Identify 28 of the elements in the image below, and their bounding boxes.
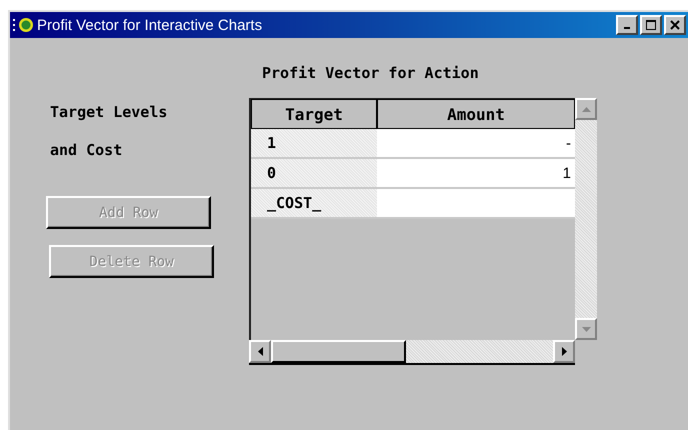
table-cell[interactable]: 1 <box>377 159 575 189</box>
maximize-button[interactable] <box>640 15 662 35</box>
close-button[interactable] <box>664 15 686 35</box>
scroll-down-button[interactable] <box>575 318 597 340</box>
minimize-button[interactable] <box>616 15 638 35</box>
maximize-icon <box>646 20 656 30</box>
column-header[interactable]: Target <box>251 99 377 129</box>
column-header[interactable]: Amount <box>377 99 575 129</box>
down-arrow-icon <box>582 326 590 332</box>
scroll-left-button[interactable] <box>249 340 271 363</box>
table-cell: _COST_ <box>251 189 377 219</box>
scroll-right-button[interactable] <box>553 340 575 363</box>
section-label: and Cost <box>50 140 122 161</box>
close-icon <box>670 20 680 30</box>
table-cell[interactable] <box>377 189 575 219</box>
horizontal-scrollbar[interactable] <box>249 340 575 365</box>
scroll-up-button[interactable] <box>575 98 597 120</box>
left-arrow-icon <box>258 347 262 356</box>
table-cell: 0 <box>251 159 377 189</box>
window-title: Profit Vector for Interactive Charts <box>37 16 262 34</box>
panel-heading: Profit Vector for Action <box>262 64 480 84</box>
up-arrow-icon <box>582 106 590 112</box>
right-arrow-icon <box>562 347 566 356</box>
scroll-thumb[interactable] <box>271 340 406 363</box>
table-cell[interactable]: - <box>377 129 575 159</box>
vertical-scrollbar[interactable] <box>575 98 597 340</box>
table-cell: 1 <box>251 129 377 159</box>
section-label: Target Levels <box>50 102 168 123</box>
